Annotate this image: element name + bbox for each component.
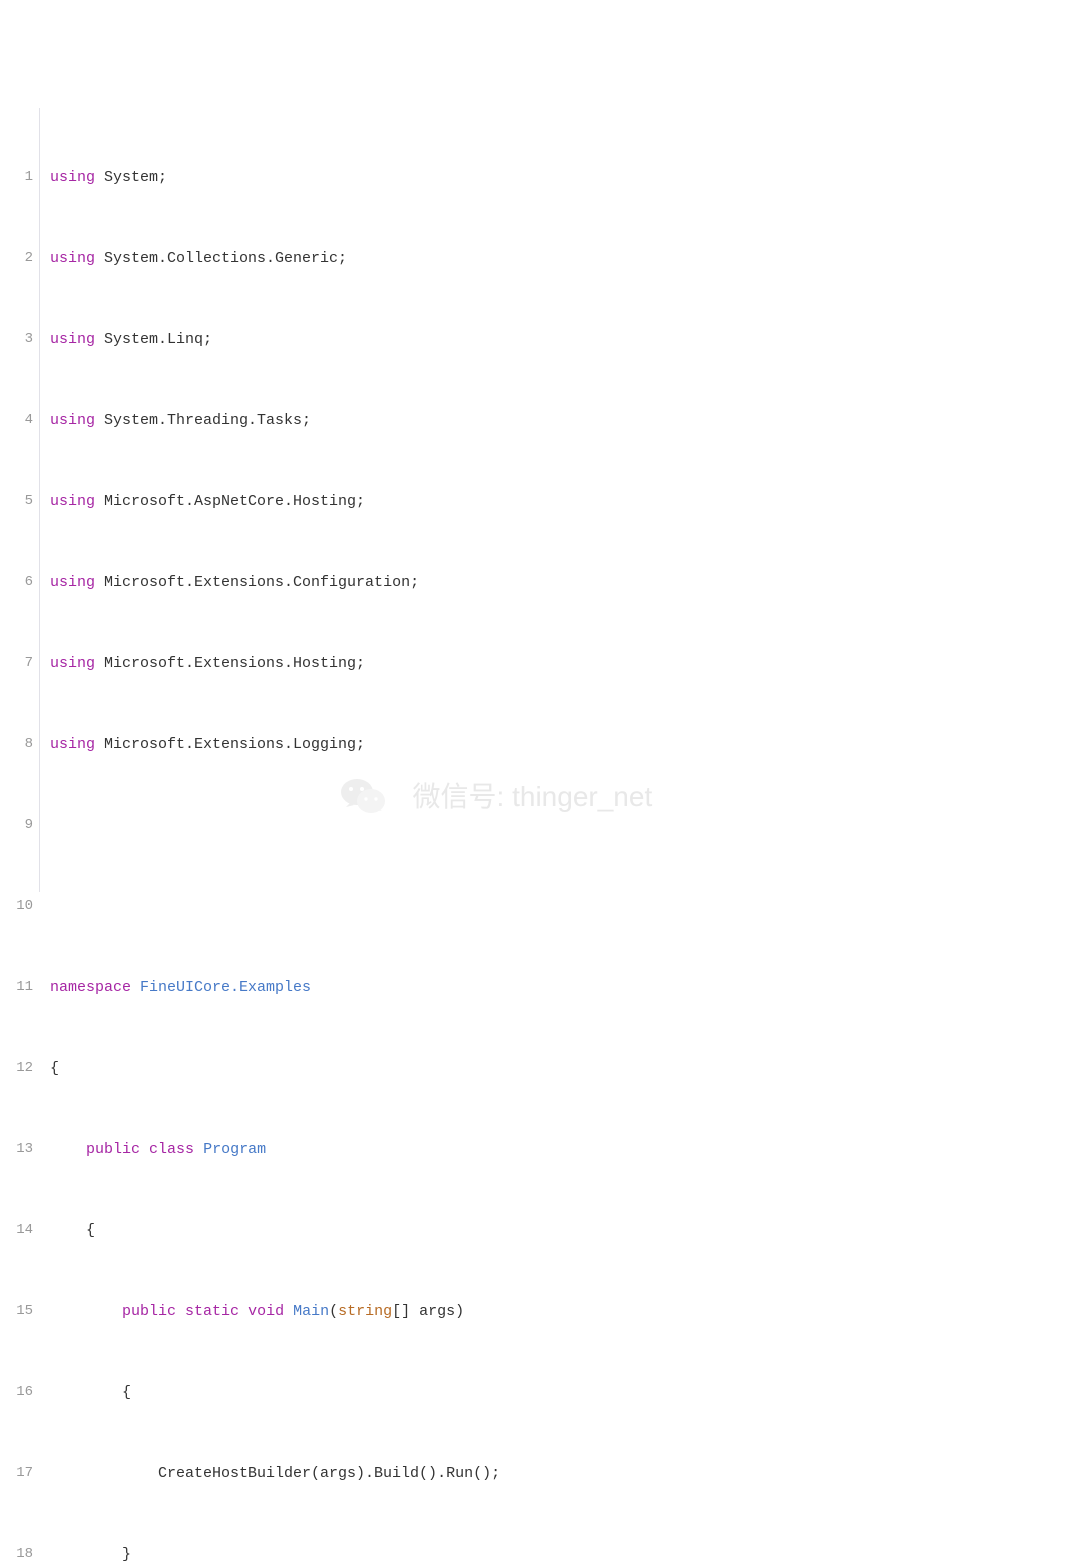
line-number: 11	[0, 974, 33, 1001]
line-number: 3	[0, 326, 33, 353]
code-line: namespace FineUICore.Examples	[50, 974, 680, 1001]
line-number: 7	[0, 650, 33, 677]
line-number: 9	[0, 812, 33, 839]
line-number: 15	[0, 1298, 33, 1325]
code-editor: 1 2 3 4 5 6 7 8 9 10 11 12 13 14 15 16 1…	[0, 108, 1080, 892]
code-line: public static void Main(string[] args)	[50, 1298, 680, 1325]
line-number-gutter: 1 2 3 4 5 6 7 8 9 10 11 12 13 14 15 16 1…	[0, 108, 40, 892]
code-line: {	[50, 1217, 680, 1244]
line-number: 16	[0, 1379, 33, 1406]
code-line: CreateHostBuilder(args).Build().Run();	[50, 1460, 680, 1487]
code-line: using Microsoft.Extensions.Logging;	[50, 731, 680, 758]
code-line	[50, 893, 680, 920]
code-line: using System.Linq;	[50, 326, 680, 353]
code-line: }	[50, 1541, 680, 1568]
code-line: using System.Threading.Tasks;	[50, 407, 680, 434]
line-number: 13	[0, 1136, 33, 1163]
line-number: 2	[0, 245, 33, 272]
code-line: using Microsoft.Extensions.Configuration…	[50, 569, 680, 596]
line-number: 10	[0, 893, 33, 920]
code-area: using System; using System.Collections.G…	[40, 108, 680, 892]
line-number: 17	[0, 1460, 33, 1487]
code-line: using Microsoft.AspNetCore.Hosting;	[50, 488, 680, 515]
code-line: {	[50, 1055, 680, 1082]
line-number: 12	[0, 1055, 33, 1082]
code-line: public class Program	[50, 1136, 680, 1163]
line-number: 14	[0, 1217, 33, 1244]
watermark-text: 微信号: thinger_net	[413, 783, 653, 810]
line-number: 8	[0, 731, 33, 758]
line-number: 5	[0, 488, 33, 515]
code-line: using Microsoft.Extensions.Hosting;	[50, 650, 680, 677]
line-number: 18	[0, 1541, 33, 1568]
code-line: using System.Collections.Generic;	[50, 245, 680, 272]
code-line: {	[50, 1379, 680, 1406]
line-number: 1	[0, 164, 33, 191]
code-line: using System;	[50, 164, 680, 191]
line-number: 4	[0, 407, 33, 434]
code-line	[50, 812, 680, 839]
line-number: 6	[0, 569, 33, 596]
